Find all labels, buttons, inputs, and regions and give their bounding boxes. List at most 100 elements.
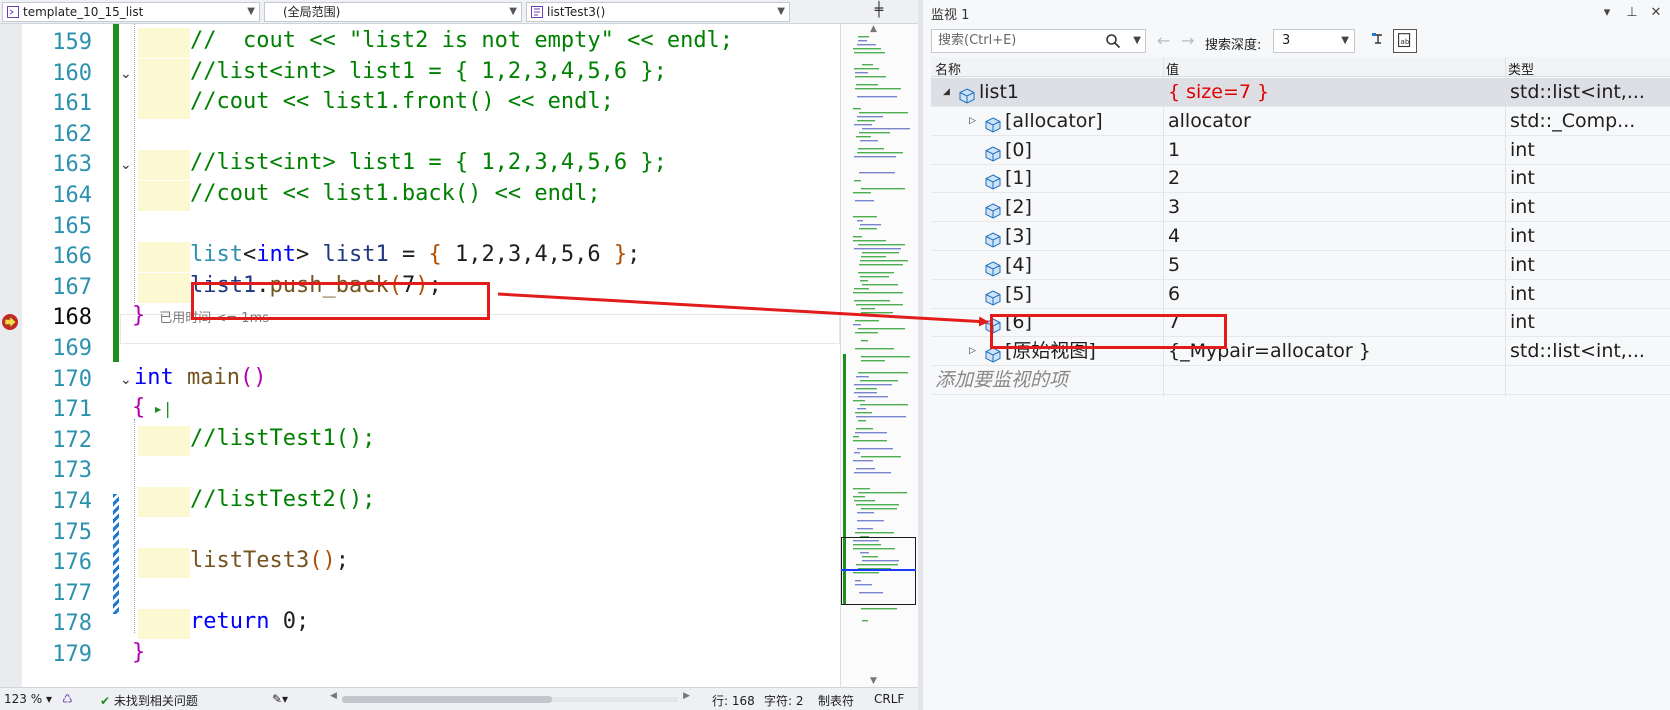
fold-toggle-icon[interactable]: ⌄ (120, 365, 134, 395)
watch-item-value[interactable]: 6 (1168, 280, 1180, 308)
indent-indicator[interactable]: 制表符 (818, 692, 854, 709)
expand-toggle-icon[interactable]: ▷ (969, 107, 976, 135)
search-previous-icon[interactable]: ← (1157, 32, 1170, 50)
minimap-code-line (854, 500, 875, 502)
code-line[interactable]: //cout << list1.front() << endl; (190, 89, 614, 119)
code-line[interactable]: //list<int> list1 = { 1,2,3,4,5,6 }; (190, 59, 667, 89)
code-line[interactable]: int main() (134, 365, 266, 395)
code-line[interactable]: //listTest2(); (190, 487, 375, 517)
split-window-icon[interactable]: ╪ (868, 2, 890, 22)
watch-row[interactable]: ▷ [allocator] allocator std::_Comp... (931, 107, 1670, 136)
watch-item-value[interactable]: 3 (1168, 193, 1180, 221)
minimap-code-line (855, 412, 872, 414)
structure-guide-line (134, 419, 135, 634)
minimap-code-line (857, 152, 903, 154)
code-line[interactable]: //list<int> list1 = { 1,2,3,4,5,6 }; (190, 150, 667, 180)
code-line[interactable]: //cout << list1.back() << endl; (190, 181, 601, 211)
code-line[interactable]: return 0; (190, 609, 309, 639)
minimap-code-line (854, 52, 885, 54)
code-token: main (187, 364, 240, 390)
watch-item-name: [0] (1005, 138, 1032, 161)
fold-toggle-icon[interactable]: ⌄ (120, 59, 134, 89)
watch-row[interactable]: [4] 5 int (931, 251, 1670, 280)
code-line[interactable]: } (132, 640, 145, 670)
fold-toggle-icon[interactable]: ⌄ (120, 150, 134, 180)
collapse-toggle-icon[interactable]: ◢ (943, 78, 950, 106)
code-line[interactable]: //listTest1(); (190, 426, 375, 456)
watch-item-value[interactable]: 4 (1168, 222, 1180, 250)
watch-row-root[interactable]: ◢ list1 { size=7 } std::list<int,... (931, 78, 1670, 107)
watch-row[interactable]: [5] 6 int (931, 280, 1670, 309)
scope-dropdown[interactable]: (全局范围) ▼ (264, 2, 522, 22)
grid-header: 名称 值 类型 (931, 57, 1670, 78)
chevron-down-icon[interactable]: ▼ (1133, 30, 1141, 52)
scroll-thumb[interactable] (342, 696, 552, 703)
char-indicator[interactable]: 字符: 2 (764, 692, 804, 709)
watch-item-value[interactable]: allocator (1168, 107, 1251, 135)
function-dropdown[interactable]: listTest3() ▼ (526, 2, 790, 22)
watch-item-value[interactable]: 5 (1168, 251, 1180, 279)
code-line[interactable]: listTest3(); (190, 548, 349, 578)
search-input[interactable]: 搜索(Ctrl+E) ▼ (931, 29, 1146, 53)
code-text-area[interactable]: // cout << "list2 is not empty" << endl;… (120, 24, 840, 687)
line-number: 171 (52, 397, 92, 423)
watch-item-value[interactable]: 2 (1168, 164, 1180, 192)
window-menu-chevron-icon[interactable]: ▾ (1598, 4, 1616, 22)
watch-window: 监视 1 ▾ ⊥ ✕ 搜索(Ctrl+E) ▼ ← → 搜索深度: 3 ▼ ab (918, 0, 1670, 710)
watch-item-value[interactable]: 1 (1168, 136, 1180, 164)
watch-item-type: int (1510, 167, 1535, 190)
watch-item-name: [2] (1005, 196, 1032, 219)
scroll-down-icon[interactable]: ▼ (870, 676, 877, 686)
add-watch-item-row[interactable]: 添加要监视的项 (931, 366, 1670, 395)
code-token: listTest3 (190, 548, 310, 574)
minimap-code-line (860, 140, 878, 142)
expand-toggle-icon[interactable]: ▷ (969, 337, 976, 365)
zoom-level: 123 % (4, 692, 43, 706)
watch-item-value[interactable]: { size=7 } (1168, 78, 1269, 106)
search-next-icon[interactable]: → (1181, 32, 1194, 50)
scroll-left-icon[interactable]: ◀ (330, 691, 337, 701)
indent-highlight (138, 548, 190, 579)
brush-icon[interactable]: ✎▾ (272, 692, 288, 706)
editor-navigation-bar: template_10_15_list ▼ (全局范围) ▼ listTest3… (0, 0, 918, 24)
horizontal-scrollbar[interactable]: ◀ ▶ (330, 691, 690, 704)
close-icon[interactable]: ✕ (1647, 4, 1665, 22)
scroll-up-icon[interactable]: ▲ (870, 24, 877, 34)
run-to-click-icon[interactable]: ▸| (153, 399, 172, 418)
line-number: 160 (52, 60, 92, 86)
scroll-right-icon[interactable]: ▶ (683, 691, 690, 701)
code-line[interactable]: {▸| (132, 395, 173, 425)
column-header-name[interactable]: 名称 (935, 59, 961, 78)
pin-source-icon[interactable] (1369, 31, 1389, 51)
hexadecimal-toggle-button[interactable]: ab (1393, 29, 1417, 53)
column-header-value[interactable]: 值 (1166, 59, 1179, 78)
watch-row[interactable]: [3] 4 int (931, 222, 1670, 251)
watch-row[interactable]: [2] 3 int (931, 193, 1670, 223)
code-editor[interactable]: template_10_15_list ▼ (全局范围) ▼ listTest3… (0, 0, 918, 710)
function-icon (531, 6, 543, 18)
indent-highlight (138, 425, 190, 456)
line-number: 170 (52, 366, 92, 392)
copilot-icon[interactable]: ♺ (62, 692, 73, 706)
minimap-code-line (857, 448, 893, 450)
breakpoint-margin[interactable] (0, 24, 22, 687)
watch-row[interactable]: [1] 2 int (931, 164, 1670, 194)
line-indicator[interactable]: 行: 168 (712, 692, 755, 709)
code-line[interactable]: list<int> list1 = { 1,2,3,4,5,6 }; (190, 242, 640, 272)
pin-window-icon[interactable]: ⊥ (1623, 4, 1641, 22)
search-depth-select[interactable]: 3 ▼ (1273, 29, 1355, 53)
code-line[interactable]: // cout << "list2 is not empty" << endl; (190, 28, 733, 58)
search-icon[interactable] (1105, 33, 1121, 49)
zoom-dropdown[interactable]: 123 % ▾ (4, 692, 52, 706)
minimap-viewport[interactable] (841, 537, 916, 605)
project-dropdown[interactable]: template_10_15_list ▼ (2, 2, 260, 22)
watch-window-title[interactable]: 监视 1 (931, 4, 969, 23)
issues-indicator[interactable]: ✔ 未找到相关问题 (100, 692, 198, 709)
column-header-type[interactable]: 类型 (1508, 59, 1534, 78)
code-token: < (242, 242, 257, 268)
minimap-code-line (859, 112, 908, 114)
watch-toolbar: 搜索(Ctrl+E) ▼ ← → 搜索深度: 3 ▼ ab (923, 26, 1670, 56)
eol-indicator[interactable]: CRLF (874, 692, 904, 706)
watch-row[interactable]: [0] 1 int (931, 136, 1670, 165)
variable-object-icon (985, 142, 1001, 162)
